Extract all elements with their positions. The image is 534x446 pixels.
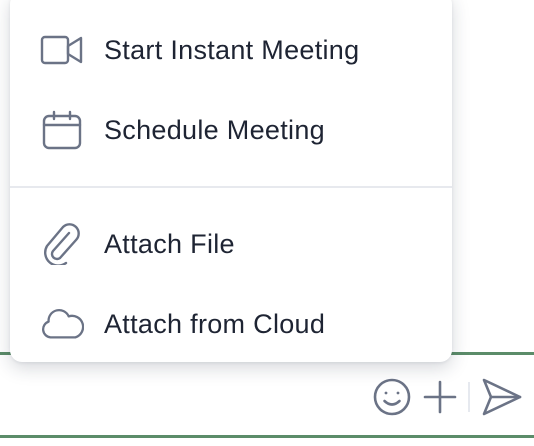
menu-item-label: Attach File	[104, 228, 235, 259]
menu-item-attach-from-cloud[interactable]: Attach from Cloud	[10, 284, 452, 364]
add-button[interactable]	[418, 375, 462, 419]
attach-menu: Start Instant Meeting Schedule Meeting A…	[10, 0, 452, 362]
attach-group: Attach File Attach from Cloud	[10, 204, 452, 364]
video-camera-icon	[40, 28, 84, 72]
send-icon	[481, 377, 523, 417]
meeting-group: Start Instant Meeting Schedule Meeting	[10, 10, 452, 170]
menu-item-label: Attach from Cloud	[104, 308, 326, 339]
toolbar-divider	[468, 382, 470, 412]
calendar-icon	[40, 108, 84, 152]
composer-actions	[370, 375, 524, 419]
menu-item-label: Start Instant Meeting	[104, 34, 360, 65]
emoji-button[interactable]	[370, 375, 414, 419]
paperclip-icon	[40, 222, 84, 266]
cloud-icon	[40, 302, 84, 346]
menu-item-attach-file[interactable]: Attach File	[10, 204, 452, 284]
menu-divider	[10, 186, 452, 188]
send-button[interactable]	[480, 375, 524, 419]
message-composer	[0, 352, 534, 438]
plus-icon	[421, 378, 459, 416]
menu-item-start-instant-meeting[interactable]: Start Instant Meeting	[10, 10, 452, 90]
menu-item-schedule-meeting[interactable]: Schedule Meeting	[10, 90, 452, 170]
emoji-icon	[372, 377, 412, 417]
stage: Start Instant Meeting Schedule Meeting A…	[0, 0, 534, 446]
menu-item-label: Schedule Meeting	[104, 114, 325, 145]
